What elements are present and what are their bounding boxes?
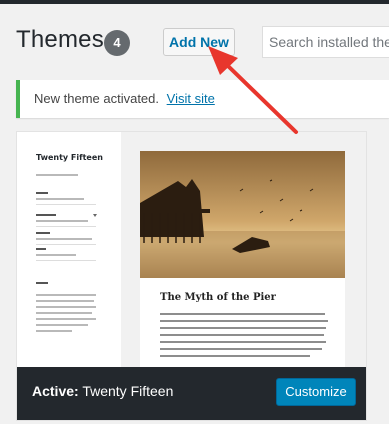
- customize-button[interactable]: Customize: [276, 378, 356, 406]
- pier-photo-image: [140, 151, 345, 278]
- post-text-line: [160, 355, 310, 357]
- screenshot-about-line: [36, 324, 88, 326]
- screenshot-caret-icon: [93, 214, 97, 217]
- screenshot-about-line: [36, 330, 72, 332]
- post-text-line: [160, 341, 326, 343]
- screenshot-about-line: [36, 294, 96, 296]
- page-title: Themes: [16, 26, 104, 53]
- screenshot-about-line: [36, 312, 92, 314]
- screenshot-about-line: [36, 282, 48, 284]
- screenshot-menu-line: [36, 198, 84, 200]
- post-text-line: [160, 320, 328, 322]
- visit-site-link[interactable]: Visit site: [167, 91, 215, 106]
- screenshot-menu-line: [36, 248, 46, 250]
- screenshot-menu-line: [36, 238, 92, 240]
- add-new-button[interactable]: Add New: [163, 28, 235, 56]
- screenshot-divider: [36, 260, 96, 261]
- screenshot-menu-line: [36, 214, 56, 216]
- screenshot-about-line: [36, 318, 96, 320]
- screenshot-divider: [36, 244, 96, 245]
- screenshot-post-title: The Myth of the Pier: [160, 292, 276, 303]
- theme-screenshot-sidebar: Twenty Fifteen: [17, 132, 121, 377]
- screenshot-post: The Myth of the Pier: [140, 151, 345, 381]
- screenshot-menu-line: [36, 220, 88, 222]
- screenshot-menu-line: [36, 192, 48, 194]
- screenshot-about-line: [36, 300, 94, 302]
- screenshot-menu-line: [36, 254, 76, 256]
- theme-count-badge: 4: [104, 30, 130, 56]
- screenshot-site-title: Twenty Fifteen: [36, 153, 103, 162]
- notice-message: New theme activated.: [34, 91, 160, 106]
- page-header: Themes 4 Add New Search installed themes…: [0, 20, 389, 66]
- post-text-line: [160, 334, 324, 336]
- screenshot-menu-line: [36, 232, 50, 234]
- theme-card-twenty-fifteen[interactable]: Twenty Fifteen The Myth of the Pier Acti…: [16, 131, 367, 421]
- post-text-line: [160, 327, 326, 329]
- search-themes-input[interactable]: Search installed themes...: [262, 26, 389, 58]
- active-theme-name: Twenty Fifteen: [82, 383, 174, 399]
- theme-activated-notice: New theme activated. Visit site: [16, 80, 389, 118]
- admin-bar: [0, 0, 389, 4]
- screenshot-tagline-line: [36, 174, 78, 176]
- active-theme-bar: Active: Twenty Fifteen Customize: [17, 367, 366, 420]
- screenshot-divider: [36, 204, 96, 205]
- screenshot-divider: [36, 226, 96, 227]
- post-text-line: [160, 348, 322, 350]
- screenshot-about-line: [36, 306, 96, 308]
- post-text-line: [160, 313, 325, 315]
- active-prefix: Active:: [32, 383, 79, 399]
